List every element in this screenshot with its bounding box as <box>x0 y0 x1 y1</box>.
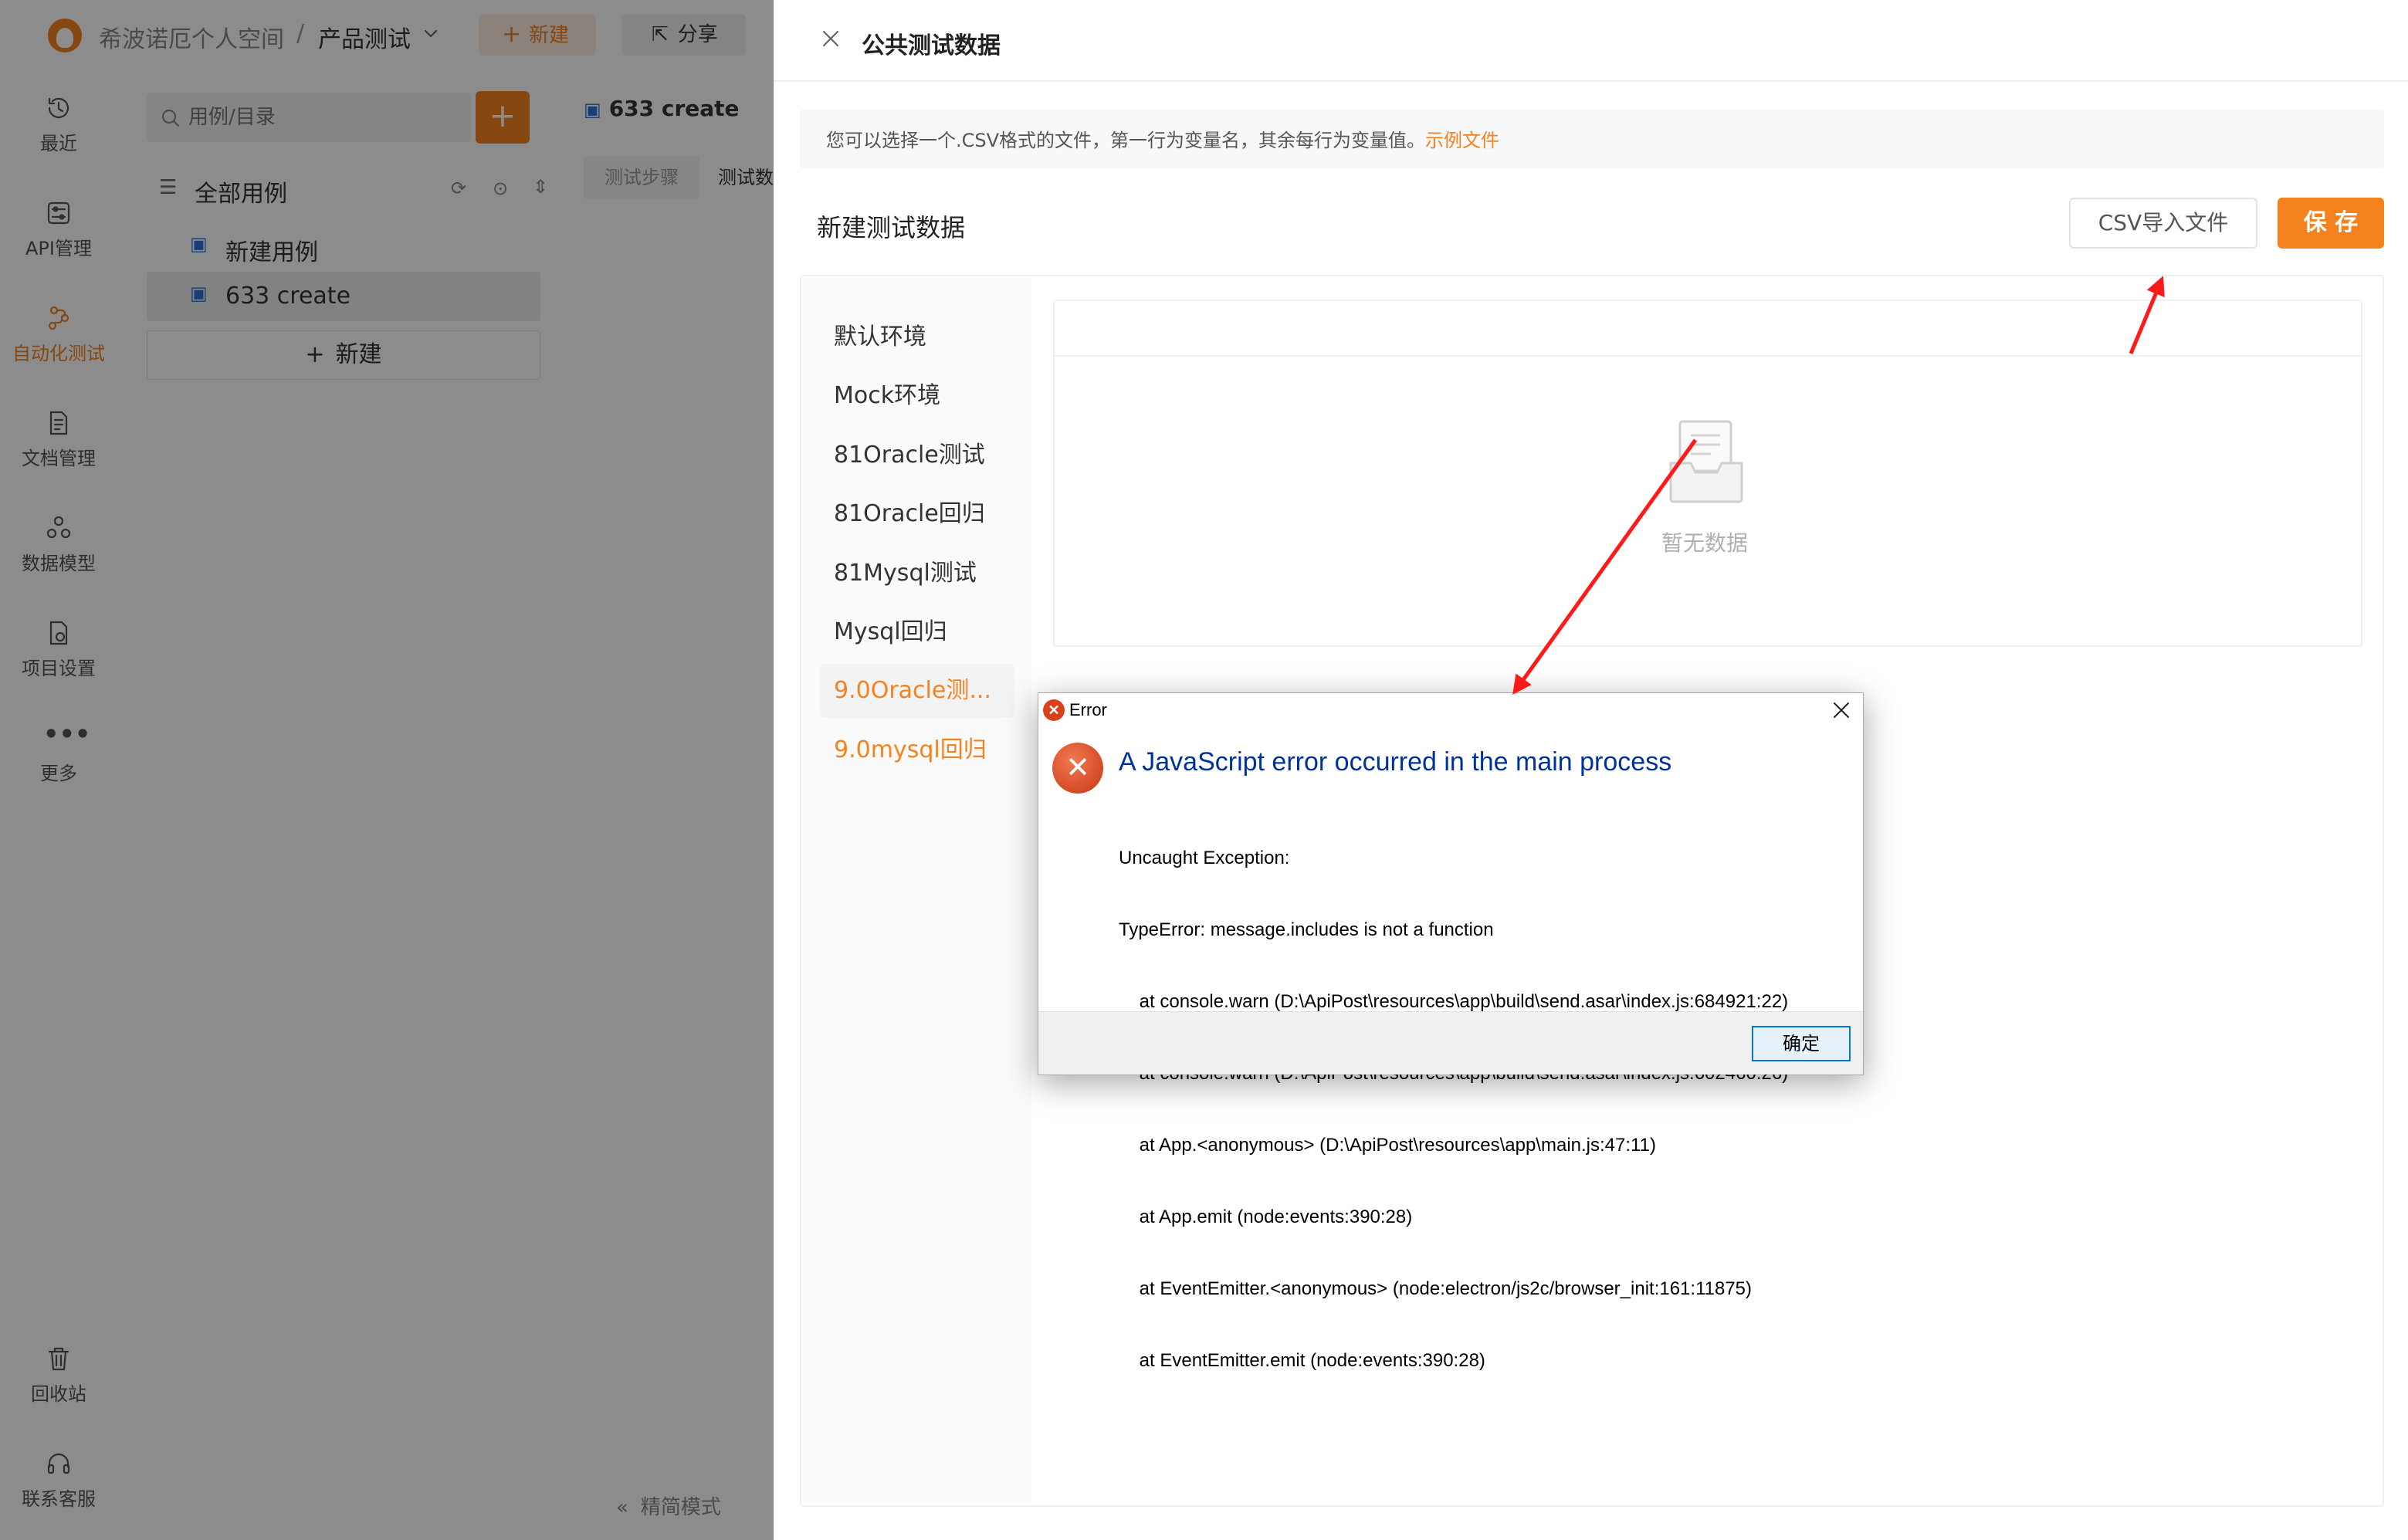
annotation-arrows <box>1512 276 2165 696</box>
annotation-arrow-to-dialog <box>1512 438 1698 696</box>
annotation-arrow-to-csv-button <box>2129 276 2165 354</box>
